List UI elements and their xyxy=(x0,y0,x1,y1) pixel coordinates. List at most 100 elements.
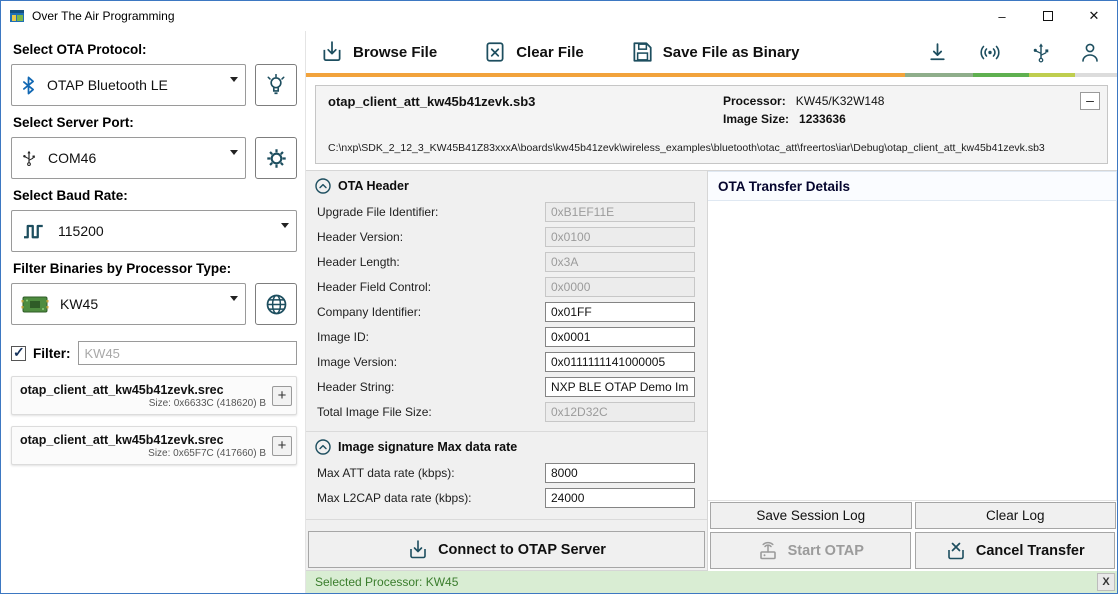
binary-list-item[interactable]: otap_client_att_kw45b41zevk.srec Size: 0… xyxy=(11,376,297,415)
browse-file-icon xyxy=(320,40,344,64)
user-icon[interactable] xyxy=(1079,41,1101,64)
gear-icon xyxy=(265,147,288,170)
baud-label: Select Baud Rate: xyxy=(13,188,297,203)
start-otap-icon xyxy=(757,540,779,562)
baud-value: 115200 xyxy=(58,223,281,239)
filter-checkbox[interactable] xyxy=(11,346,26,361)
start-otap-button[interactable]: Start OTAP xyxy=(710,532,911,569)
port-settings-button[interactable] xyxy=(255,137,297,179)
field-label: Upgrade File Identifier: xyxy=(317,205,545,219)
transfer-details-panel: OTA Transfer Details Save Session Log Cl… xyxy=(708,170,1117,571)
header-field-control-input[interactable] xyxy=(545,277,695,297)
wireless-icon[interactable] xyxy=(977,41,1003,64)
field-label: Header Version: xyxy=(317,230,545,244)
binary-list-item[interactable]: otap_client_att_kw45b41zevk.srec Size: 0… xyxy=(11,426,297,465)
upgrade-file-identifier-input[interactable] xyxy=(545,202,695,222)
header-version-input[interactable] xyxy=(545,227,695,247)
image-version-input[interactable] xyxy=(545,352,695,372)
add-binary-button[interactable]: + xyxy=(272,386,292,406)
chevron-down-icon xyxy=(230,296,238,301)
app-window: Over The Air Programming – ✕ Select OTA … xyxy=(0,0,1118,594)
port-select[interactable]: COM46 xyxy=(11,137,246,179)
start-otap-label: Start OTAP xyxy=(788,543,864,559)
company-identifier-input[interactable] xyxy=(545,302,695,322)
connect-otap-server-button[interactable]: Connect to OTAP Server xyxy=(308,531,705,568)
file-toolbar: Browse File Clear File xyxy=(306,31,1117,73)
app-icon xyxy=(9,8,25,24)
square-wave-icon xyxy=(21,221,47,241)
transfer-details-title: OTA Transfer Details xyxy=(708,171,1117,201)
binary-size: Size: 0x6633C (418620) B xyxy=(20,398,266,409)
loaded-filename: otap_client_att_kw45b41zevk.sb3 xyxy=(328,94,723,130)
field-label: Max ATT data rate (kbps): xyxy=(317,466,545,480)
clear-file-icon xyxy=(483,40,507,64)
clear-file-label: Clear File xyxy=(516,44,584,61)
sidebar: Select OTA Protocol: OTAP Bluetooth LE xyxy=(1,31,306,593)
filter-label: Filter: xyxy=(33,346,71,361)
minimize-button[interactable]: – xyxy=(979,1,1025,31)
clear-file-button[interactable]: Clear File xyxy=(483,40,584,64)
protocol-label: Select OTA Protocol: xyxy=(13,42,297,57)
save-session-log-button[interactable]: Save Session Log xyxy=(710,502,912,529)
protocol-value: OTAP Bluetooth LE xyxy=(47,77,230,93)
maximize-button[interactable] xyxy=(1025,1,1071,31)
ota-header-section-toggle[interactable]: OTA Header xyxy=(306,171,707,199)
collapse-circle-icon xyxy=(315,178,331,194)
cancel-transfer-icon xyxy=(945,540,967,562)
field-label: Header Field Control: xyxy=(317,280,545,294)
chevron-down-icon xyxy=(281,223,289,228)
field-label: Max L2CAP data rate (kbps): xyxy=(317,491,545,505)
protocol-select[interactable]: OTAP Bluetooth LE xyxy=(11,64,246,106)
save-binary-label: Save File as Binary xyxy=(663,44,800,61)
clear-log-button[interactable]: Clear Log xyxy=(915,502,1117,529)
collapse-file-button[interactable]: – xyxy=(1080,92,1100,110)
toolbar-accent-bar xyxy=(306,73,1117,77)
baud-select[interactable]: 115200 xyxy=(11,210,297,252)
header-string-input[interactable] xyxy=(545,377,695,397)
scan-devices-button[interactable] xyxy=(255,64,297,106)
bluetooth-icon xyxy=(21,76,36,95)
save-binary-button[interactable]: Save File as Binary xyxy=(630,40,800,64)
transfer-details-list[interactable] xyxy=(708,201,1117,501)
field-label: Image Version: xyxy=(317,355,545,369)
file-info-panel: otap_client_att_kw45b41zevk.sb3 Processo… xyxy=(315,85,1108,164)
processor-value: KW45/K32W148 xyxy=(796,94,885,108)
image-size-value: 1233636 xyxy=(799,112,846,126)
signature-section-toggle[interactable]: Image signature Max data rate xyxy=(306,432,707,460)
field-label: Image ID: xyxy=(317,330,545,344)
max-att-rate-input[interactable] xyxy=(545,463,695,483)
usb-icon[interactable] xyxy=(1031,41,1051,64)
chevron-down-icon xyxy=(230,77,238,82)
status-message: Selected Processor: KW45 xyxy=(315,575,458,589)
processor-key: Processor: xyxy=(723,94,786,108)
max-l2cap-rate-input[interactable] xyxy=(545,488,695,508)
header-length-input[interactable] xyxy=(545,252,695,272)
field-label: Company Identifier: xyxy=(317,305,545,319)
cancel-transfer-button[interactable]: Cancel Transfer xyxy=(915,532,1116,569)
field-label: Header Length: xyxy=(317,255,545,269)
maximize-icon xyxy=(1043,11,1053,21)
connect-icon xyxy=(407,539,429,561)
connect-otap-server-label: Connect to OTAP Server xyxy=(438,542,606,558)
binary-size: Size: 0x65F7C (417660) B xyxy=(20,448,266,459)
chip-board-icon xyxy=(21,294,49,315)
port-label: Select Server Port: xyxy=(13,115,297,130)
binary-name: otap_client_att_kw45b41zevk.srec xyxy=(20,383,266,397)
status-close-button[interactable]: X xyxy=(1097,573,1115,591)
image-id-input[interactable] xyxy=(545,327,695,347)
browse-file-button[interactable]: Browse File xyxy=(320,40,437,64)
browse-online-button[interactable] xyxy=(255,283,297,325)
usb-icon xyxy=(21,147,37,169)
download-icon[interactable] xyxy=(926,41,949,64)
total-image-file-size-input[interactable] xyxy=(545,402,695,422)
titlebar: Over The Air Programming – ✕ xyxy=(1,1,1117,31)
add-binary-button[interactable]: + xyxy=(272,436,292,456)
lightbulb-icon xyxy=(265,74,287,96)
filter-input[interactable] xyxy=(78,341,297,365)
file-path: C:\nxp\SDK_2_12_3_KW45B41Z83xxxA\boards\… xyxy=(328,142,1081,154)
processor-select[interactable]: KW45 xyxy=(11,283,246,325)
collapse-circle-icon xyxy=(315,439,331,455)
close-button[interactable]: ✕ xyxy=(1071,1,1117,31)
globe-icon xyxy=(265,293,288,316)
signature-section-title: Image signature Max data rate xyxy=(338,440,517,454)
